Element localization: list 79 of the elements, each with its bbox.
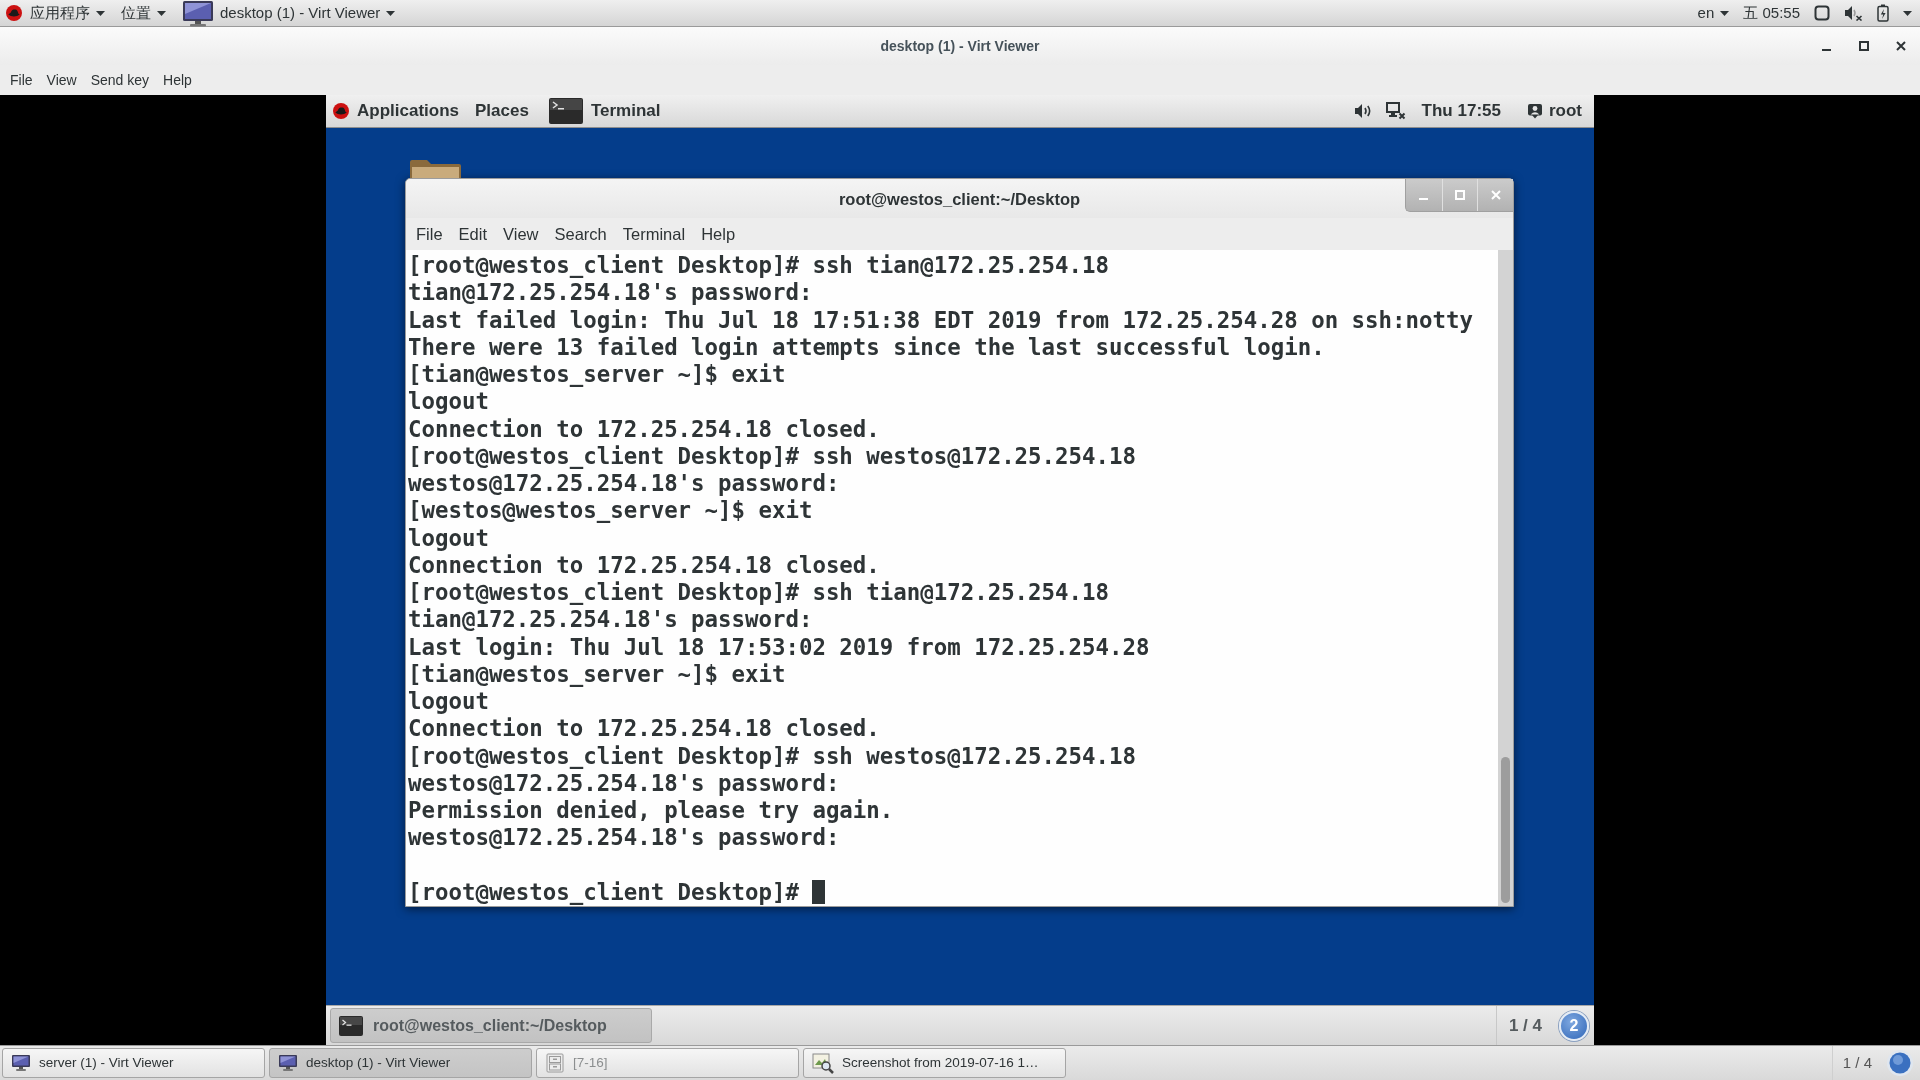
- hat-icon[interactable]: [333, 103, 349, 119]
- menu-item[interactable]: View: [495, 219, 547, 249]
- terminal-line: tian@172.25.254.18's password:: [408, 279, 813, 307]
- taskbar-button[interactable]: server (1) - Virt Viewer: [2, 1048, 265, 1078]
- terminal-line: Last failed login: Thu Jul 18 17:51:38 EDT 2019 from 172.25.254.28 on ssh:notty: [408, 306, 1473, 334]
- workspace-switcher[interactable]: 1 / 4: [1831, 1046, 1882, 1080]
- terminal-line: logout: [408, 688, 489, 716]
- menu-item[interactable]: Help: [156, 67, 199, 93]
- terminal-line: tian@172.25.254.18's password:: [408, 606, 813, 634]
- network-icon[interactable]: [1385, 102, 1406, 120]
- terminal-prompt: [root@westos_client Desktop]#: [408, 878, 799, 906]
- maximize-icon: [1455, 190, 1465, 200]
- terminal-line: westos@172.25.254.18's password:: [408, 824, 840, 852]
- terminal-line: westos@172.25.254.18's password:: [408, 470, 840, 498]
- window-title: desktop (1) - Virt Viewer: [880, 36, 1040, 56]
- window-title: root@westos_client:~/Desktop: [838, 189, 1081, 210]
- close-icon: [1895, 41, 1906, 51]
- scrollbar[interactable]: [1498, 250, 1513, 906]
- file-cabinet-icon: [545, 1053, 565, 1073]
- terminal-line: [root@westos_client Desktop]# ssh tian@172.25.254.18: [408, 579, 1109, 607]
- terminal-line: [tian@westos_server ~]$ exit: [408, 660, 786, 688]
- terminal-line: logout: [408, 524, 489, 552]
- panel-menu-button[interactable]: 应用程序: [22, 0, 113, 26]
- monitor-icon: [182, 0, 214, 27]
- taskbar-button[interactable]: Screenshot from 2019-07-16 1…: [803, 1048, 1066, 1078]
- clock-button[interactable]: 五 05:55: [1743, 0, 1800, 26]
- maximize-icon: [1858, 41, 1869, 51]
- monitor-icon: [278, 1054, 298, 1072]
- menu-item[interactable]: Terminal: [614, 219, 694, 249]
- terminal-icon: [548, 98, 583, 124]
- menu-item[interactable]: Edit: [450, 219, 496, 249]
- terminal-line: westos@172.25.254.18's password:: [408, 769, 840, 797]
- caret-icon: [96, 10, 105, 16]
- monitor-icon: [11, 1054, 31, 1072]
- hat-icon[interactable]: [6, 5, 22, 21]
- terminal-line: [tian@westos_server ~]$ exit: [408, 361, 786, 389]
- terminal-line: There were 13 failed login attempts since the last successful login.: [408, 333, 1325, 361]
- menu-item[interactable]: Help: [693, 219, 744, 249]
- panel-menu-button[interactable]: Places: [467, 95, 537, 127]
- battery-icon[interactable]: [1877, 4, 1889, 22]
- terminal-line: Connection to 172.25.254.18 closed.: [408, 415, 880, 443]
- caret-icon[interactable]: [1903, 10, 1912, 16]
- input-source-button[interactable]: en: [1697, 0, 1730, 26]
- window-icon[interactable]: [1814, 5, 1830, 21]
- terminal-line: Permission denied, please try again.: [408, 797, 894, 825]
- terminal-line: [root@westos_client Desktop]# ssh tian@172.25.254.18: [408, 252, 1109, 280]
- user-menu-button[interactable]: root: [1526, 95, 1582, 127]
- menu-item[interactable]: File: [408, 219, 451, 249]
- app-menu-button[interactable]: Terminal: [536, 95, 669, 127]
- menu-item[interactable]: Search: [546, 219, 615, 249]
- terminal-line: logout: [408, 388, 489, 416]
- clock-button[interactable]: Thu 17:55: [1417, 95, 1515, 127]
- folder-icon[interactable]: [408, 159, 462, 178]
- caret-icon: [386, 10, 396, 16]
- terminal-line: [root@westos_client Desktop]# ssh westos@172.25.254.18: [408, 442, 1136, 470]
- notification-icon[interactable]: [1887, 1050, 1913, 1076]
- menu-item[interactable]: Send key: [83, 67, 157, 93]
- caret-icon: [157, 10, 166, 16]
- window-menu-button[interactable]: desktop (1) - Virt Viewer: [174, 0, 404, 26]
- terminal-icon: [339, 1015, 363, 1036]
- terminal-line: [root@westos_client Desktop]# ssh westos@172.25.254.18: [408, 742, 1136, 770]
- terminal-line: [westos@westos_server ~]$ exit: [408, 497, 813, 525]
- terminal-line: Connection to 172.25.254.18 closed.: [408, 551, 880, 579]
- panel-menu-button[interactable]: 位置: [113, 0, 174, 26]
- taskbar-button[interactable]: root@westos_client:~/Desktop: [330, 1008, 652, 1043]
- panel-menu-button[interactable]: Applications: [349, 95, 467, 127]
- scrollbar-thumb[interactable]: [1501, 757, 1510, 903]
- minimize-icon: [1419, 198, 1429, 200]
- close-icon: [1490, 190, 1501, 200]
- terminal-line: Connection to 172.25.254.18 closed.: [408, 715, 880, 743]
- menu-item[interactable]: File: [3, 67, 40, 93]
- taskbar-button[interactable]: desktop (1) - Virt Viewer: [269, 1048, 532, 1078]
- caret-icon: [1720, 10, 1730, 16]
- user-icon: [1526, 103, 1543, 119]
- picture-magnifier-icon: [812, 1052, 834, 1074]
- menu-item[interactable]: View: [39, 67, 84, 93]
- terminal-line: Last login: Thu Jul 18 17:53:02 2019 from 172.25.254.28: [408, 633, 1150, 661]
- volume-muted-icon[interactable]: [1844, 5, 1863, 21]
- minimize-icon: [1822, 49, 1831, 51]
